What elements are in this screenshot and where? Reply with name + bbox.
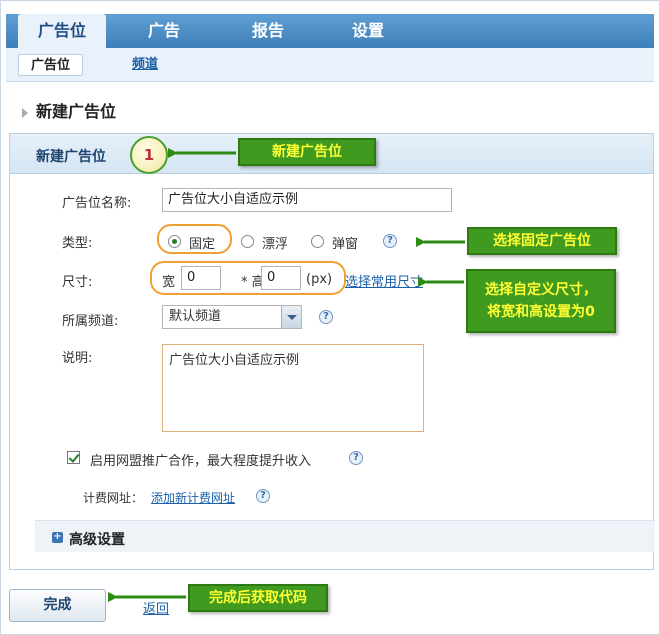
common-size-link[interactable]: 选择常用尺寸 — [345, 271, 423, 290]
radio-popup[interactable] — [311, 235, 324, 248]
panel-title: 新建广告位 — [36, 149, 106, 165]
billing-help-icon[interactable]: ? — [256, 489, 270, 503]
sub-nav: 广告位 频道 — [6, 48, 654, 82]
expand-plus-icon: + — [52, 531, 63, 543]
advanced-settings-label: 高级设置 — [69, 532, 125, 548]
radio-float[interactable] — [241, 235, 254, 248]
back-link[interactable]: 返回 — [143, 598, 169, 617]
advanced-settings-toggle[interactable]: + 高级设置 — [35, 520, 655, 552]
union-help-icon[interactable]: ? — [349, 451, 363, 465]
callout-custom-size: 选择自定义尺寸， 将宽和高设置为0 — [466, 269, 616, 333]
done-button[interactable]: 完成 — [9, 589, 106, 622]
channel-label: 所属频道: — [62, 314, 119, 329]
width-label: 宽 — [162, 275, 176, 290]
type-label: 类型: — [62, 236, 93, 251]
subtab-channel[interactable]: 频道 — [132, 54, 158, 76]
unit-label: (px) — [306, 272, 333, 287]
radio-fixed-label: 固定 — [189, 237, 216, 252]
size-label: 尺寸: — [62, 275, 93, 290]
callout-select-fixed: 选择固定广告位 — [467, 227, 617, 255]
chevron-down-icon[interactable] — [281, 306, 301, 328]
desc-textarea[interactable]: 广告位大小自适应示例 — [162, 344, 424, 432]
callout-select-fixed-text: 选择固定广告位 — [493, 233, 591, 249]
page-title: 新建广告位 — [22, 98, 117, 121]
billing-label: 计费网址： — [83, 491, 144, 505]
channel-select-value: 默认频道 — [169, 309, 222, 324]
channel-select[interactable]: 默认频道 — [162, 305, 302, 329]
radio-popup-label: 弹窗 — [332, 237, 359, 252]
radio-fixed[interactable] — [168, 235, 181, 248]
callout-size-line1: 选择自定义尺寸， — [485, 282, 597, 298]
tab-reports[interactable]: 报告 — [228, 14, 308, 48]
union-checkbox[interactable] — [67, 451, 80, 464]
page-title-text: 新建广告位 — [36, 102, 117, 121]
top-nav: 广告位 广告 报告 设置 — [6, 14, 654, 48]
width-input[interactable]: 0 — [181, 266, 221, 290]
tab-ads[interactable]: 广告 — [124, 14, 204, 48]
callout-new-ad-slot: 新建广告位 — [238, 138, 376, 166]
tab-ad-slot[interactable]: 广告位 — [18, 14, 106, 48]
new-ad-slot-panel: 新建广告位 广告位名称: 广告位大小自适应示例 类型: 固定 漂浮 弹窗 ? 尺… — [9, 133, 655, 570]
callout-get-code: 完成后获取代码 — [188, 584, 328, 612]
desc-label: 说明: — [62, 351, 93, 366]
height-input[interactable]: 0 — [261, 266, 301, 290]
type-help-icon[interactable]: ? — [383, 234, 397, 248]
subtab-ad-slot[interactable]: 广告位 — [18, 54, 84, 76]
step-number-badge: 1 — [130, 136, 168, 174]
tab-settings[interactable]: 设置 — [328, 14, 408, 48]
name-input[interactable]: 广告位大小自适应示例 — [162, 188, 452, 212]
caret-right-icon — [22, 107, 28, 118]
callout-size-line2: 将宽和高设置为0 — [487, 304, 595, 320]
channel-help-icon[interactable]: ? — [319, 310, 333, 324]
name-label: 广告位名称: — [62, 196, 132, 211]
radio-float-label: 漂浮 — [262, 237, 289, 252]
add-billing-link[interactable]: 添加新计费网址 — [151, 489, 235, 506]
union-checkbox-label: 启用网盟推广合作，最大程度提升收入 — [90, 454, 312, 469]
